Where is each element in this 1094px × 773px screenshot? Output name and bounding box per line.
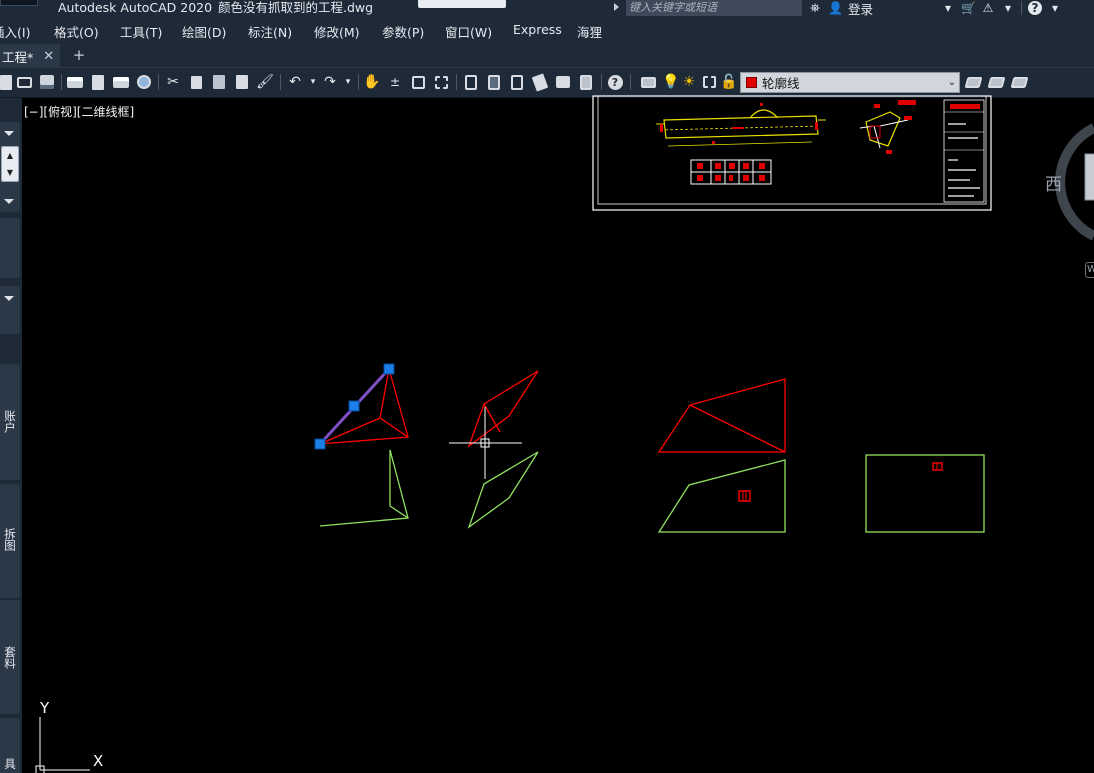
shape-green-trapezoid-3[interactable] (657, 459, 786, 533)
grip-midpoint[interactable] (348, 400, 360, 412)
shape-green-rectangle-4[interactable] (865, 454, 985, 533)
ucs-icon (35, 717, 90, 773)
viewcube-west-label[interactable]: 西 (1045, 170, 1062, 195)
shape-red-triangle-3[interactable] (657, 378, 786, 453)
viewport-controls[interactable]: [−][俯视][二维线框] (24, 103, 134, 120)
title-sheet[interactable] (592, 95, 992, 211)
shape-red-triangle-1[interactable] (318, 367, 409, 446)
shape-green-polyline-1[interactable] (319, 449, 409, 527)
ucs-y-label: Y (40, 699, 50, 717)
grip-end[interactable] (383, 363, 395, 375)
shape-red-quad-2[interactable] (467, 370, 539, 448)
viewcube[interactable] (1055, 123, 1094, 241)
drawing-canvas[interactable] (0, 0, 1094, 773)
wcs-menu-button[interactable]: W (1085, 262, 1094, 278)
shape-green-quad-2[interactable] (467, 451, 539, 529)
grip-start[interactable] (314, 438, 326, 450)
ucs-x-label: X (93, 752, 104, 770)
